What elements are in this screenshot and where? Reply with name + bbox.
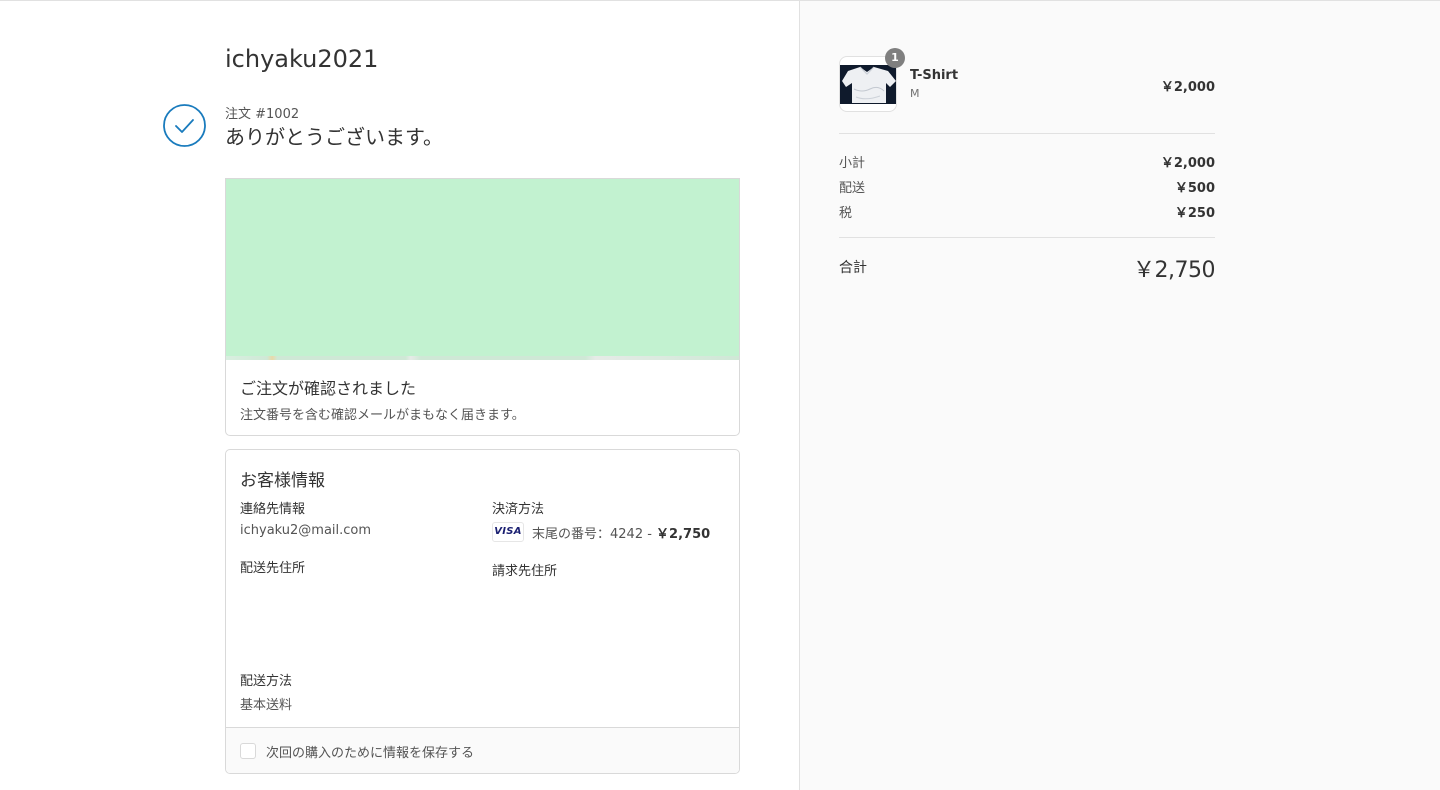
total-value: ￥2,750: [1133, 258, 1215, 283]
save-info-checkbox[interactable]: [240, 743, 256, 759]
shipping-method-label: 配送方法: [240, 674, 293, 689]
product-variant: M: [910, 87, 920, 100]
contact-info-value: ichyaku2@mail.com: [240, 523, 372, 538]
total-divider: [839, 237, 1215, 238]
payment-method-label: 決済方法: [492, 502, 545, 517]
shipping-cost-value: ￥500: [1174, 181, 1215, 196]
order-confirmed-message: 注文番号を含む確認メールがまもなく届きます。: [240, 408, 525, 423]
main-content: ichyaku2021 注文 #1002 ありがとうございます。 ご注文が確認さ…: [0, 1, 799, 790]
customer-information-box: お客様情報 連絡先情報 ichyaku2@mail.com 決済方法 VISA …: [225, 449, 740, 774]
contact-info-label: 連絡先情報: [240, 502, 306, 517]
tshirt-image-icon: [840, 65, 896, 104]
total-label: 合計: [839, 260, 867, 276]
save-info-label[interactable]: 次回の購入のために情報を保存する: [266, 742, 474, 761]
shipping-cost-label: 配送: [839, 181, 866, 196]
thank-you-heading: ありがとうございます。: [225, 125, 443, 149]
quantity-badge: 1: [885, 48, 905, 68]
shipping-address-label: 配送先住所: [240, 561, 306, 576]
subtotal-label: 小計: [839, 156, 866, 171]
product-name: T-Shirt: [910, 68, 959, 83]
checkmark-circle-icon: [163, 104, 206, 147]
tax-label: 税: [839, 206, 853, 221]
payment-method-value: 末尾の番号：4242 - ￥2,750: [532, 523, 710, 542]
shipping-method-value: 基本送料: [240, 698, 293, 713]
save-info-row[interactable]: 次回の購入のために情報を保存する: [226, 727, 739, 773]
order-confirmed-title: ご注文が確認されました: [240, 379, 417, 398]
order-number: 注文 #1002: [225, 107, 300, 122]
store-name[interactable]: ichyaku2021: [225, 45, 378, 73]
checkout-thank-you-page: ichyaku2021 注文 #1002 ありがとうございます。 ご注文が確認さ…: [0, 0, 1440, 790]
payment-amount: ￥2,750: [656, 527, 711, 542]
visa-card-icon: VISA: [492, 522, 524, 542]
shipping-map[interactable]: [225, 178, 740, 360]
order-summary-sidebar: T-Shirt M ￥2,000 小計 ￥2,000 配送 ￥500 税 ￥25…: [799, 1, 1440, 790]
product-price: ￥2,000: [1160, 80, 1215, 95]
tax-value: ￥250: [1174, 206, 1215, 221]
subtotal-value: ￥2,000: [1160, 156, 1215, 171]
order-confirmed-box: ご注文が確認されました 注文番号を含む確認メールがまもなく届きます。: [225, 360, 740, 436]
customer-information-title: お客様情報: [240, 471, 325, 491]
billing-address-label: 請求先住所: [492, 564, 558, 579]
summary-divider: [839, 133, 1215, 134]
payment-card-ending: 末尾の番号：4242 -: [532, 527, 657, 542]
